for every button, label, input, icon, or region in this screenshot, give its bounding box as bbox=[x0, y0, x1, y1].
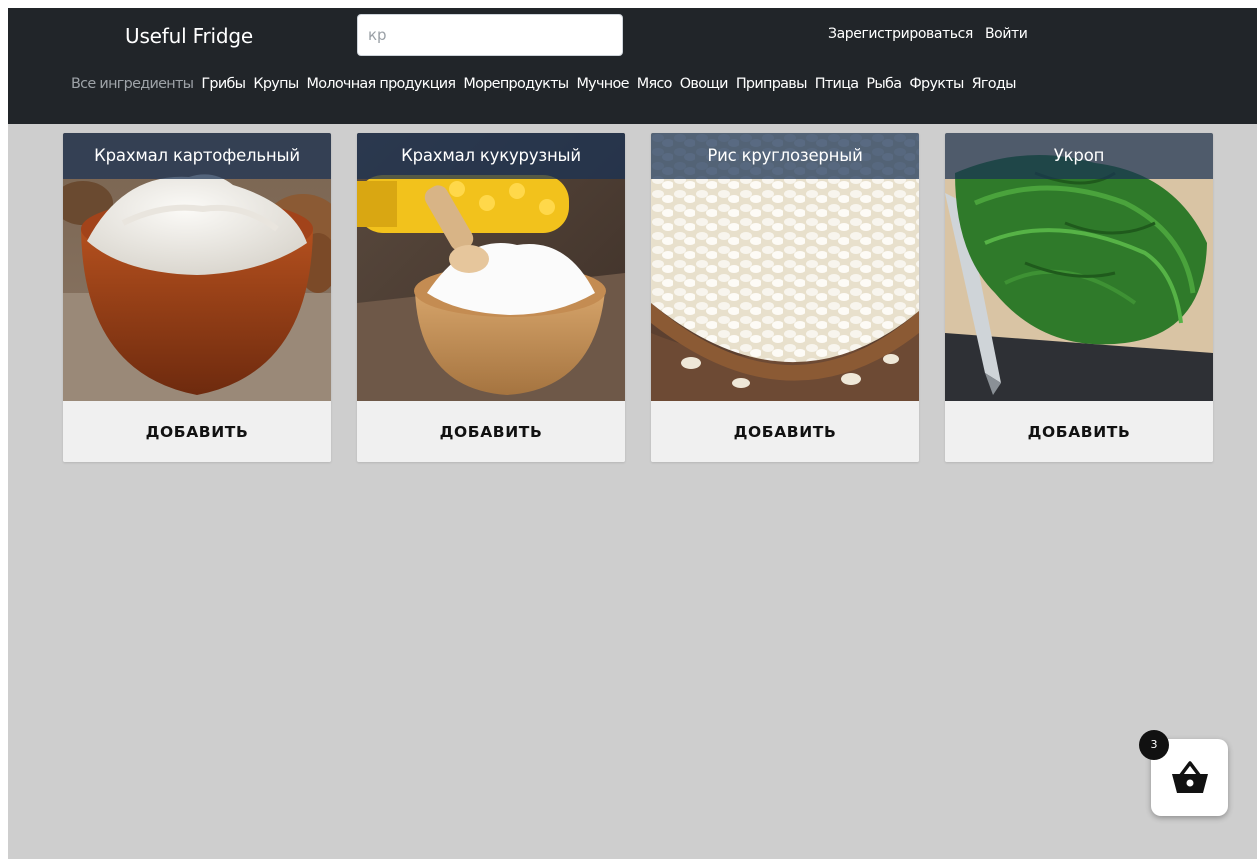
add-button[interactable]: ДОБАВИТЬ bbox=[945, 401, 1213, 462]
product-image-round-rice: Рис круглозерный bbox=[651, 133, 919, 401]
category-meat[interactable]: Мясо bbox=[637, 76, 673, 92]
add-button[interactable]: ДОБАВИТЬ bbox=[357, 401, 625, 462]
category-seafood[interactable]: Морепродукты bbox=[463, 76, 569, 92]
category-poultry[interactable]: Птица bbox=[815, 76, 859, 92]
product-card: Укроп ДОБАВИТЬ bbox=[945, 133, 1213, 462]
product-card: Рис круглозерный ДОБАВИТЬ bbox=[651, 133, 919, 462]
product-card: Крахмал картофельный ДОБАВИТЬ bbox=[63, 133, 331, 462]
search-input[interactable] bbox=[357, 14, 623, 56]
product-title: Укроп bbox=[945, 133, 1213, 179]
category-all[interactable]: Все ингредиенты bbox=[71, 76, 194, 92]
category-vegetables[interactable]: Овощи bbox=[680, 76, 729, 92]
product-title: Рис круглозерный bbox=[651, 133, 919, 179]
navbar: Useful Fridge Зарегистрироваться Войти В… bbox=[8, 8, 1257, 124]
category-fish[interactable]: Рыба bbox=[866, 76, 902, 92]
category-dairy[interactable]: Молочная продукция bbox=[307, 76, 457, 92]
product-image-dill: Укроп bbox=[945, 133, 1213, 401]
page: Useful Fridge Зарегистрироваться Войти В… bbox=[8, 8, 1257, 859]
login-link[interactable]: Войти bbox=[985, 26, 1028, 42]
product-card: Крахмал кукурузный ДОБАВИТЬ bbox=[357, 133, 625, 462]
category-grains[interactable]: Крупы bbox=[253, 76, 299, 92]
category-nav: Все ингредиенты Грибы Крупы Молочная про… bbox=[71, 76, 1017, 92]
register-link[interactable]: Зарегистрироваться bbox=[828, 26, 973, 42]
category-flour[interactable]: Мучное bbox=[576, 76, 629, 92]
add-button[interactable]: ДОБАВИТЬ bbox=[63, 401, 331, 462]
category-mushrooms[interactable]: Грибы bbox=[201, 76, 246, 92]
brand-logo[interactable]: Useful Fridge bbox=[125, 24, 253, 48]
basket-icon bbox=[1172, 761, 1208, 793]
product-image-potato-starch: Крахмал картофельный bbox=[63, 133, 331, 401]
product-title: Крахмал кукурузный bbox=[357, 133, 625, 179]
category-berries[interactable]: Ягоды bbox=[972, 76, 1017, 92]
category-fruits[interactable]: Фрукты bbox=[909, 76, 964, 92]
product-image-corn-starch: Крахмал кукурузный bbox=[357, 133, 625, 401]
product-title: Крахмал картофельный bbox=[63, 133, 331, 179]
category-spices[interactable]: Приправы bbox=[736, 76, 808, 92]
add-button[interactable]: ДОБАВИТЬ bbox=[651, 401, 919, 462]
auth-links: Зарегистрироваться Войти bbox=[828, 26, 1028, 42]
basket-count-badge: 3 bbox=[1139, 730, 1169, 760]
